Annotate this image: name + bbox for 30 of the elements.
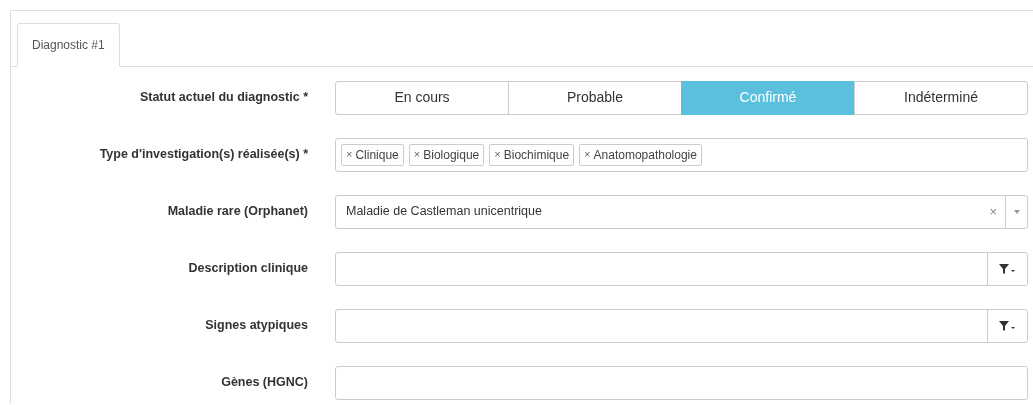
dropdown-caret-icon[interactable] <box>1013 209 1020 214</box>
clear-button[interactable]: × <box>981 201 1005 222</box>
filter-icon <box>999 263 1016 274</box>
field-label: Statut actuel du diagnostic * <box>138 89 308 107</box>
remove-tag-button[interactable]: × <box>584 145 591 164</box>
status-option[interactable]: En cours <box>335 80 509 115</box>
remove-tag-button[interactable]: × <box>494 145 501 164</box>
remove-tag-button[interactable]: × <box>413 145 421 164</box>
tag-label: Biologique <box>423 146 480 164</box>
field-label: Signes atypiques <box>204 317 308 335</box>
search-field[interactable] <box>335 308 1028 343</box>
tab[interactable]: Diagnostic #1 <box>17 23 120 67</box>
input-field[interactable] <box>335 365 1028 400</box>
field-label: Description clinique <box>187 260 308 278</box>
field-label: Type d'investigation(s) réalisée(s) * <box>98 146 308 164</box>
tag-label: Biochimique <box>503 146 570 164</box>
status-option[interactable]: Probable <box>508 80 682 115</box>
tag-input-field[interactable]: × Clinique × Biologique × Biochimique × Anatomopathologie <box>335 137 1028 172</box>
select-field[interactable]: Maladie de Castleman unicentrique × <box>335 194 1028 229</box>
filter-button[interactable] <box>987 252 1027 285</box>
tag-label: Clinique <box>355 146 399 164</box>
filter-button[interactable] <box>987 309 1027 342</box>
filter-icon <box>999 320 1016 331</box>
tag-label: Anatomopathologie <box>593 146 697 164</box>
remove-tag-button[interactable]: × <box>346 145 353 164</box>
selected-value: Maladie de Castleman unicentrique <box>345 203 543 221</box>
search-field[interactable] <box>335 251 1028 286</box>
status-option[interactable]: Indéterminé <box>854 80 1028 115</box>
field-label: Gènes (HGNC) <box>220 374 308 392</box>
field-label: Maladie rare (Orphanet) <box>166 203 308 221</box>
